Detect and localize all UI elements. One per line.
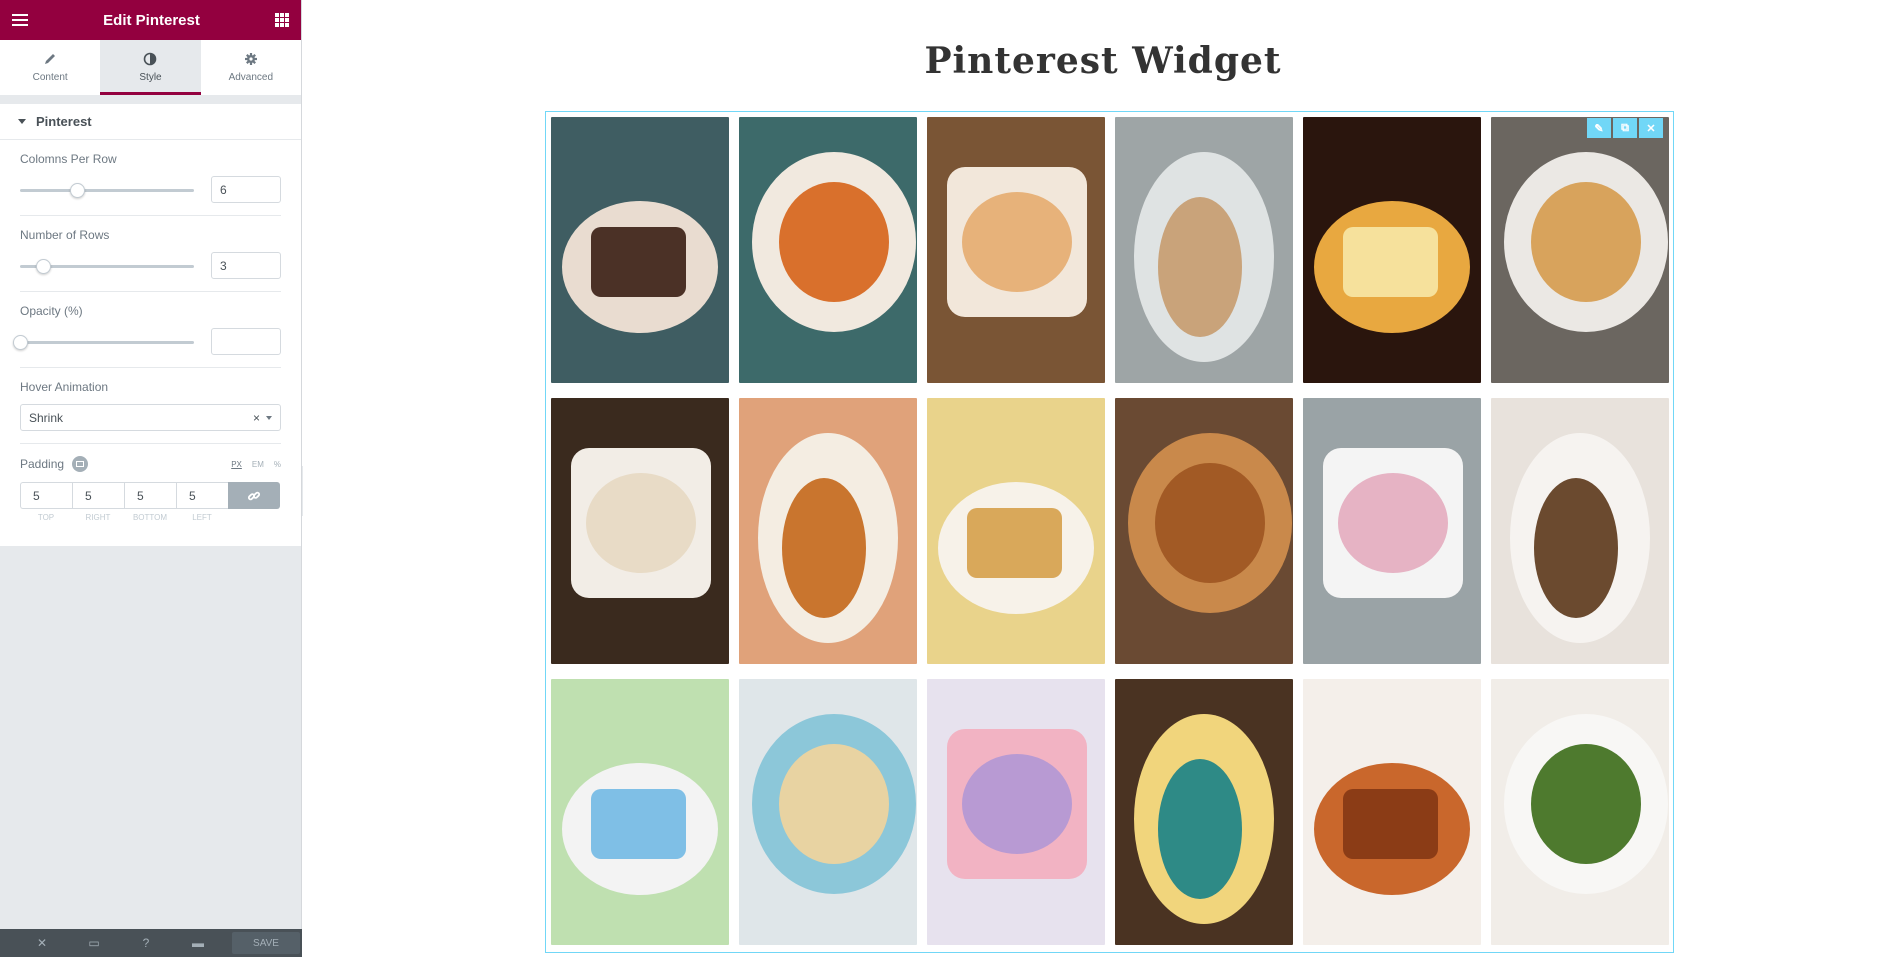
- hover-animation-label: Hover Animation: [20, 380, 109, 394]
- unit-percent[interactable]: %: [274, 460, 281, 469]
- editor-panel: Edit Pinterest Content Style Advanced Pi…: [0, 0, 302, 957]
- section-body: Colomns Per Row 6 Number of Rows 3 Opaci…: [0, 140, 301, 546]
- section-pinterest-toggle[interactable]: Pinterest: [0, 104, 301, 140]
- photo-banana-pudding[interactable]: [927, 398, 1105, 664]
- photo-coconut-cookies[interactable]: [739, 679, 917, 945]
- opacity-slider-handle[interactable]: [13, 334, 28, 350]
- section-title: Pinterest: [36, 114, 92, 129]
- photo-shrimp-grits[interactable]: [739, 117, 917, 383]
- photo-rye-sandwich[interactable]: [551, 117, 729, 383]
- duplicate-widget-icon[interactable]: ⧉: [1613, 118, 1637, 138]
- rows-label: Number of Rows: [20, 228, 110, 242]
- opacity-input[interactable]: [211, 328, 281, 355]
- photo-pancake-stack[interactable]: [739, 398, 917, 664]
- settings-close-icon[interactable]: ✕: [16, 936, 68, 950]
- help-icon[interactable]: ?: [120, 936, 172, 950]
- folder-icon[interactable]: ▬: [172, 936, 224, 950]
- photo-carrot-cake[interactable]: [1491, 398, 1669, 664]
- save-button[interactable]: SAVE: [232, 932, 300, 954]
- columns-slider-handle[interactable]: [70, 182, 86, 198]
- gear-icon: [244, 53, 257, 65]
- tab-style-label: Style: [139, 72, 162, 83]
- panel-footer: ✕ ▭ ? ▬ SAVE: [0, 929, 302, 957]
- rows-slider-handle[interactable]: [35, 258, 51, 274]
- caret-down-icon: [18, 119, 26, 124]
- panel-tabs: Content Style Advanced: [0, 40, 301, 96]
- photo-bunny-cupcakes[interactable]: [1303, 398, 1481, 664]
- panel-title: Edit Pinterest: [103, 11, 200, 29]
- tab-style[interactable]: Style: [100, 40, 201, 95]
- padding-bottom-caption: BOTTOM: [132, 513, 168, 522]
- padding-top-input[interactable]: 5: [20, 482, 72, 509]
- padding-bottom-input[interactable]: 5: [124, 482, 176, 509]
- hover-animation-select[interactable]: Shrink ×: [20, 404, 281, 431]
- control-hover-animation: Hover Animation Shrink ×: [20, 368, 281, 444]
- rows-input[interactable]: 3: [211, 252, 281, 279]
- padding-label: Padding: [20, 457, 65, 471]
- columns-slider[interactable]: [20, 182, 194, 198]
- photo-sweet-potato-fries[interactable]: [1303, 679, 1481, 945]
- photo-buttermilk-pie[interactable]: [1303, 117, 1481, 383]
- unit-px[interactable]: PX: [231, 460, 242, 469]
- tab-advanced-label: Advanced: [228, 72, 274, 83]
- padding-right-input[interactable]: 5: [72, 482, 124, 509]
- control-rows: Number of Rows 3: [20, 216, 281, 292]
- control-columns: Colomns Per Row 6: [20, 140, 281, 216]
- preview-canvas: Pinterest Widget ✎ ⧉ ✕: [303, 0, 1903, 957]
- delete-widget-icon[interactable]: ✕: [1639, 118, 1663, 138]
- edit-widget-icon[interactable]: ✎: [1587, 118, 1611, 138]
- pinterest-widget[interactable]: ✎ ⧉ ✕: [545, 111, 1674, 953]
- padding-top-caption: TOP: [37, 513, 55, 522]
- clear-icon[interactable]: ×: [253, 411, 260, 425]
- opacity-label: Opacity (%): [20, 304, 83, 318]
- photo-cotton-candy-cones[interactable]: [551, 679, 729, 945]
- photo-cheese-dip[interactable]: [927, 117, 1105, 383]
- padding-right-caption: RIGHT: [85, 513, 111, 522]
- padding-left-input[interactable]: 5: [176, 482, 228, 509]
- half-circle-icon: [144, 52, 157, 66]
- control-padding: Padding PX EM % 5 5 5 5 TOP RIGHT BOTTOM…: [20, 444, 281, 534]
- photo-green-beans[interactable]: [1491, 679, 1669, 945]
- responsive-desktop-icon[interactable]: [72, 456, 89, 472]
- dropdown-arrow-icon: [266, 415, 272, 420]
- pencil-icon: [45, 54, 56, 64]
- responsive-mode-icon[interactable]: ▭: [68, 936, 120, 950]
- photo-coconut-dessert[interactable]: [551, 398, 729, 664]
- columns-label: Colomns Per Row: [20, 152, 117, 166]
- padding-units: PX EM %: [231, 460, 281, 469]
- link-icon: [247, 491, 261, 500]
- photo-pork-chops[interactable]: [1115, 117, 1293, 383]
- padding-left-caption: LEFT: [192, 513, 212, 522]
- widget-toolbar: ✎ ⧉ ✕: [1587, 118, 1663, 138]
- hover-animation-value: Shrink: [29, 410, 64, 425]
- tab-content[interactable]: Content: [0, 40, 100, 95]
- pinterest-grid: [551, 117, 1669, 945]
- photo-lemon-bars[interactable]: [1115, 679, 1293, 945]
- widgets-grid-icon[interactable]: [275, 13, 289, 27]
- menu-icon[interactable]: [12, 14, 28, 26]
- page-title: Pinterest Widget: [924, 40, 1282, 82]
- panel-header: Edit Pinterest: [0, 0, 301, 40]
- control-opacity: Opacity (%): [13, 292, 281, 368]
- columns-input[interactable]: 6: [211, 176, 281, 203]
- tab-advanced[interactable]: Advanced: [201, 40, 301, 95]
- unit-em[interactable]: EM: [252, 460, 264, 469]
- photo-omelet-plate[interactable]: [1491, 117, 1669, 383]
- rows-slider[interactable]: [20, 258, 194, 274]
- photo-fried-shrimp[interactable]: [1115, 398, 1293, 664]
- photo-bunny-marshmallows[interactable]: [927, 679, 1105, 945]
- opacity-slider[interactable]: [13, 334, 194, 350]
- tab-content-label: Content: [32, 72, 68, 83]
- link-values-button[interactable]: [228, 482, 280, 509]
